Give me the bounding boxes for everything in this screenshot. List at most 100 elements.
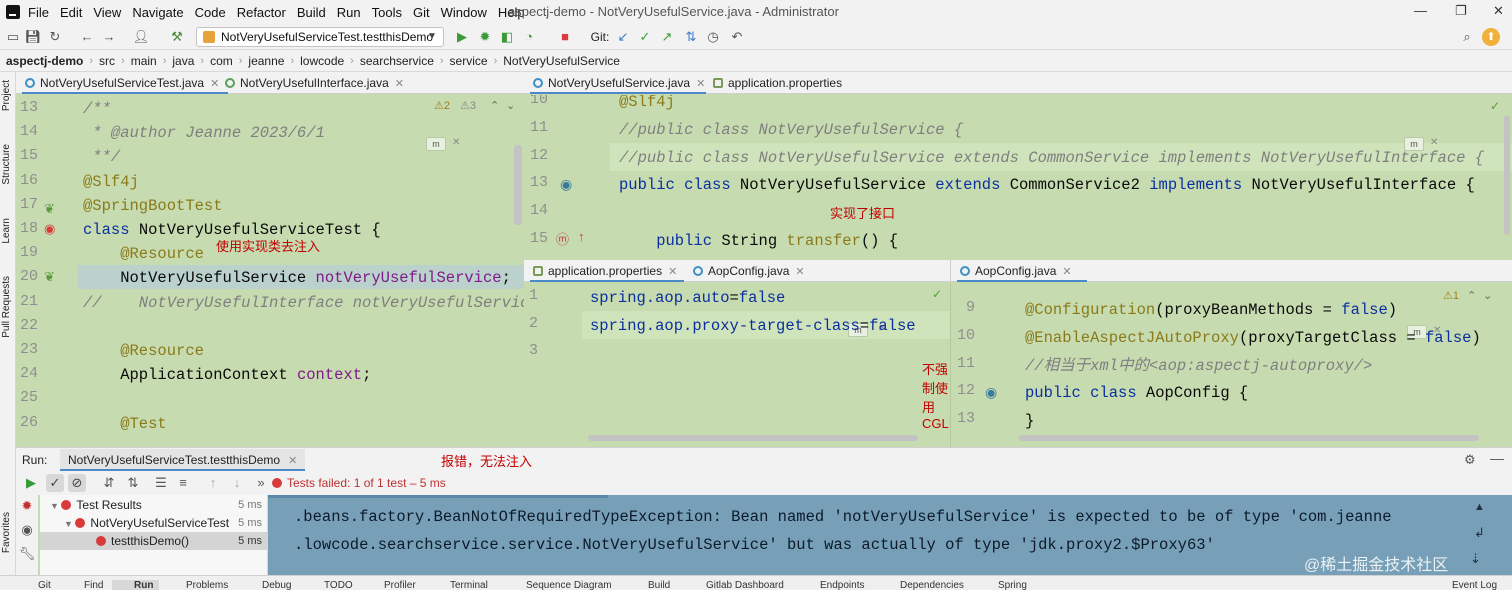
menu-window[interactable]: Window (441, 5, 487, 20)
close-tab-icon[interactable]: ✕ (1062, 266, 1071, 278)
open-icon[interactable]: ▭ (4, 28, 22, 46)
menu-refactor[interactable]: Refactor (237, 5, 286, 20)
next-failed-icon[interactable]: ↓ (228, 474, 246, 492)
settings-gear-icon[interactable]: ⚙ (1464, 452, 1476, 468)
crumb-project[interactable]: aspectj-demo (6, 54, 83, 68)
git-update-icon[interactable]: ↙ (614, 28, 632, 46)
tool-run[interactable]: Run (112, 580, 160, 590)
maven-reload-icon[interactable]: m (426, 137, 446, 151)
props-editor-hscrollbar[interactable] (588, 435, 918, 441)
weak-warnings-indicator[interactable]: ⚠3 (460, 99, 476, 112)
user-icon[interactable]: 👤︎ (132, 28, 150, 46)
menu-file[interactable]: File (28, 5, 49, 20)
prev-highlight-icon[interactable]: ⌃ (490, 99, 499, 112)
prev-failed-icon[interactable]: ↑ (204, 474, 222, 492)
tool-git[interactable]: Git (38, 580, 51, 590)
autowire-gutter-icon[interactable]: ❦ (44, 269, 55, 285)
next-highlight-icon[interactable]: ⌄ (1483, 289, 1492, 302)
tab-aopconfig-2[interactable]: AopConfig.java ✕ (957, 260, 1087, 282)
aop-editor-hscrollbar[interactable] (1019, 435, 1479, 441)
close-tab-icon[interactable]: ✕ (668, 266, 677, 278)
stop-icon[interactable]: ■ (556, 28, 574, 46)
tool-todo[interactable]: TODO (324, 580, 353, 590)
rerun-icon[interactable]: ▶ (22, 474, 40, 492)
camera-icon[interactable]: ◉ (18, 521, 36, 539)
learn-tool-tab[interactable]: Learn (1, 218, 12, 244)
forward-icon[interactable]: → (100, 28, 118, 46)
menu-navigate[interactable]: Navigate (132, 5, 183, 20)
rollback-icon[interactable]: ↶ (728, 28, 746, 46)
tool-dependencies[interactable]: Dependencies (900, 580, 964, 590)
favorites-tool-tab[interactable]: Favorites (1, 512, 12, 553)
ide-update-icon[interactable]: ⬆ (1482, 28, 1500, 46)
restore-icon[interactable]: ❐ (1455, 3, 1467, 19)
tool-terminal[interactable]: Terminal (450, 580, 488, 590)
crumb-lowcode[interactable]: lowcode (300, 54, 344, 68)
left-editor[interactable]: ⚠2 ⚠3 ⌃ ⌄ m ✕ ❦ ◉ ❦ 使用实现类去注入 13/** 14 * @… (16, 95, 524, 447)
crumb-com[interactable]: com (210, 54, 233, 68)
run-test-gutter-icon[interactable]: ◉ (44, 221, 55, 237)
close-tab-icon[interactable]: ✕ (210, 78, 219, 90)
sort-duration-icon[interactable]: ⇅ (124, 474, 142, 492)
minimize-icon[interactable]: — (1414, 3, 1427, 18)
tool-find[interactable]: Find (84, 580, 103, 590)
bean-gutter-icon[interactable]: ❦ (44, 201, 55, 217)
menu-tools[interactable]: Tools (372, 5, 402, 20)
close-tab-icon[interactable]: ✕ (795, 266, 804, 278)
back-icon[interactable]: ← (78, 28, 96, 46)
show-passed-icon[interactable]: ✓ (46, 474, 64, 492)
scroll-to-end-icon[interactable]: ⇣ (1470, 551, 1481, 567)
tool-event-log[interactable]: Event Log (1452, 580, 1497, 590)
build-hammer-icon[interactable]: ⚒ (168, 28, 186, 46)
run-console[interactable]: .beans.factory.BeanNotOfRequiredTypeExce… (268, 495, 1512, 575)
structure-tool-tab[interactable]: Structure (1, 144, 12, 185)
menu-code[interactable]: Code (195, 5, 226, 20)
right-top-editor[interactable]: ◉ ⓜ ↑ m ✕ ✓ 实现了接口 10 @Slf4j 11//public cla… (524, 95, 1512, 260)
crumb-service[interactable]: service (450, 54, 488, 68)
crumb-jeanne[interactable]: jeanne (248, 54, 284, 68)
tool-gitlab-dashboard[interactable]: Gitlab Dashboard (706, 580, 784, 590)
search-icon[interactable]: ⌕ (1458, 28, 1476, 46)
tool-problems[interactable]: Problems (186, 580, 228, 590)
tab-notveryusefulservice[interactable]: NotVeryUsefulService.java ✕ (530, 72, 706, 94)
close-tab-icon[interactable]: ✕ (395, 78, 404, 90)
run-config-select[interactable]: NotVeryUsefulServiceTest.testthisDemo ▼ (196, 27, 444, 47)
crumb-class[interactable]: NotVeryUsefulService (503, 54, 620, 68)
tab-application-properties-2[interactable]: application.properties ✕ (530, 260, 684, 282)
hide-panel-icon[interactable]: — (1490, 450, 1504, 466)
pull-requests-tool-tab[interactable]: Pull Requests (1, 276, 12, 338)
tab-notveryusefulservicetest[interactable]: NotVeryUsefulServiceTest.java ✕ (22, 72, 228, 94)
next-highlight-icon[interactable]: ⌄ (506, 99, 515, 112)
menu-view[interactable]: View (93, 5, 121, 20)
scroll-up-icon[interactable]: ▲ (1474, 501, 1485, 513)
debug-icon[interactable]: ✹ (476, 28, 494, 46)
run-tab[interactable]: NotVeryUsefulServiceTest.testthisDemo ✕ (60, 449, 306, 471)
override-gutter-icon[interactable]: ↑ (578, 229, 585, 244)
show-ignored-icon[interactable]: ⊘ (68, 474, 86, 492)
sync-icon[interactable]: ↻ (46, 28, 64, 46)
tool-spring[interactable]: Spring (998, 580, 1027, 590)
impl-gutter-icon[interactable]: ◉ (560, 176, 572, 193)
crumb-searchservice[interactable]: searchservice (360, 54, 434, 68)
soft-wrap-icon[interactable]: ↲ (1474, 525, 1485, 541)
run-icon[interactable]: ▶ (453, 28, 471, 46)
close-icon[interactable]: ✕ (1493, 3, 1504, 19)
close-popup-icon[interactable]: ✕ (452, 137, 460, 148)
close-tab-icon[interactable]: ✕ (696, 78, 705, 90)
menu-run[interactable]: Run (337, 5, 361, 20)
wrench-icon[interactable]: 🔧︎ (18, 545, 36, 563)
profile-icon[interactable]: ◔ (520, 28, 538, 46)
menu-edit[interactable]: Edit (60, 5, 82, 20)
expand-all-icon[interactable]: ☰ (152, 474, 170, 492)
menu-build[interactable]: Build (297, 5, 326, 20)
git-fetch-icon[interactable]: ⇅ (682, 28, 700, 46)
crumb-src[interactable]: src (99, 54, 115, 68)
tool-profiler[interactable]: Profiler (384, 580, 416, 590)
aop-editor[interactable]: ◉ ⚠1 ⌃ ⌄ m ✕ 9 @Configuration(proxyBeanMe… (950, 283, 1512, 447)
tab-application-properties[interactable]: application.properties (710, 72, 850, 94)
tool-build[interactable]: Build (648, 580, 670, 590)
menu-git[interactable]: Git (413, 5, 430, 20)
save-icon[interactable]: 💾︎ (24, 28, 42, 46)
crumb-main[interactable]: main (131, 54, 157, 68)
git-push-icon[interactable]: ↗ (658, 28, 676, 46)
